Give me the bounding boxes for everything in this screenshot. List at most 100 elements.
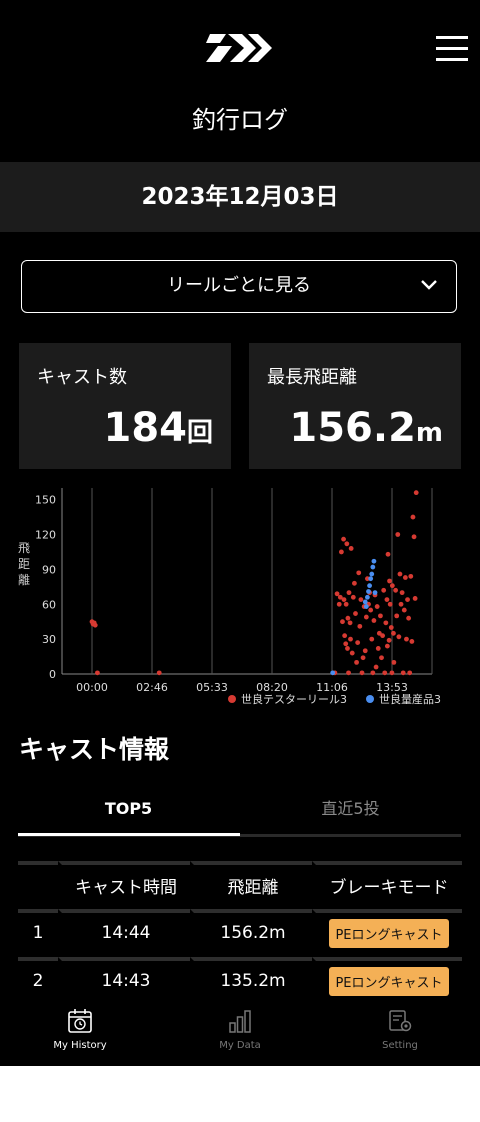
data-point bbox=[412, 596, 418, 601]
data-point bbox=[375, 646, 381, 651]
chevron-down-icon bbox=[421, 280, 437, 290]
data-point bbox=[360, 655, 366, 661]
reel-view-select[interactable]: リールごとに見る bbox=[21, 260, 457, 313]
nav-my-data[interactable]: My Data bbox=[160, 1008, 320, 1051]
row-distance: 156.2m bbox=[190, 909, 312, 953]
row-rank: 2 bbox=[18, 957, 58, 1001]
data-point bbox=[365, 594, 370, 600]
data-point bbox=[369, 636, 375, 642]
data-point bbox=[336, 601, 342, 607]
data-point bbox=[338, 549, 344, 555]
y-tick-label: 150 bbox=[35, 494, 56, 507]
data-point bbox=[342, 633, 348, 639]
max-distance-label: 最長飛距離 bbox=[267, 367, 357, 388]
brake-mode-badge: PEロングキャスト bbox=[329, 966, 449, 996]
row-rank: 1 bbox=[18, 909, 58, 953]
data-point bbox=[343, 641, 349, 647]
hamburger-menu-icon[interactable] bbox=[436, 34, 468, 64]
data-point bbox=[346, 590, 352, 596]
nav-my-history-label: My History bbox=[53, 1040, 107, 1051]
table-row: 2 14:43 135.2m PEロングキャスト bbox=[18, 957, 462, 1001]
nav-setting-label: Setting bbox=[382, 1040, 418, 1051]
data-point bbox=[350, 594, 356, 600]
data-point bbox=[348, 636, 353, 642]
table-header-row: キャスト時間 飛距離 ブレーキモード bbox=[18, 861, 462, 905]
data-point bbox=[362, 648, 368, 654]
data-point bbox=[384, 597, 390, 602]
data-point bbox=[354, 659, 359, 665]
max-distance-card: 最長飛距離 156.2m bbox=[249, 343, 461, 469]
row-distance: 135.2m bbox=[190, 957, 312, 1001]
calendar-history-icon bbox=[68, 1009, 92, 1033]
legend-label: 世良量産品3 bbox=[379, 692, 441, 706]
distance-scatter-chart: 00:00 02:46 05:33 08:20 11:06 13:530306090120… bbox=[18, 488, 441, 706]
row-mode-cell: PEロングキャスト bbox=[312, 909, 462, 953]
data-point bbox=[353, 611, 358, 616]
data-point bbox=[366, 589, 371, 594]
data-point bbox=[397, 571, 403, 577]
data-point bbox=[352, 580, 357, 586]
data-point bbox=[378, 613, 383, 619]
x-tick-label: 05:33 bbox=[196, 681, 228, 694]
data-point bbox=[371, 558, 377, 564]
cast-table: キャスト時間 飛距離 ブレーキモード 1 14:44 156.2m PEロングキ… bbox=[18, 857, 462, 1005]
data-point bbox=[400, 670, 406, 676]
table-row: 1 14:44 156.2m PEロングキャスト bbox=[18, 909, 462, 953]
data-point bbox=[95, 670, 100, 676]
tab-active-indicator bbox=[18, 833, 240, 836]
cast-count-card: キャスト数 184回 bbox=[19, 343, 231, 469]
data-point bbox=[387, 601, 393, 607]
data-point bbox=[367, 583, 372, 589]
data-point bbox=[358, 597, 364, 602]
row-mode-cell: PEロングキャスト bbox=[312, 957, 462, 1001]
data-point bbox=[389, 670, 395, 676]
data-point bbox=[368, 607, 374, 613]
data-point bbox=[394, 613, 400, 619]
data-point bbox=[401, 607, 407, 613]
reel-view-select-value: リールごとに見る bbox=[167, 275, 311, 296]
data-point bbox=[374, 604, 380, 609]
app-screen: 釣行ログ 2023年12月03日 リールごとに見る キャスト数 184回 最長飛… bbox=[0, 0, 480, 1066]
data-point bbox=[357, 623, 363, 629]
data-point bbox=[369, 571, 375, 577]
data-point bbox=[346, 670, 351, 676]
nav-my-data-label: My Data bbox=[219, 1040, 261, 1051]
row-time: 14:44 bbox=[58, 909, 190, 953]
nav-my-history[interactable]: My History bbox=[0, 1008, 160, 1051]
cast-count-value: 184回 bbox=[103, 405, 213, 451]
data-point bbox=[341, 536, 346, 542]
data-point bbox=[370, 564, 376, 570]
rank-column-header bbox=[18, 861, 58, 905]
data-point bbox=[385, 551, 391, 557]
data-point bbox=[388, 625, 394, 630]
y-tick-label: 90 bbox=[42, 563, 56, 576]
data-point bbox=[411, 534, 417, 540]
daiwa-logo bbox=[206, 34, 272, 62]
data-point bbox=[383, 620, 389, 626]
nav-setting[interactable]: Setting bbox=[320, 1008, 480, 1051]
data-point bbox=[399, 590, 405, 596]
y-axis-label-char: 距 bbox=[18, 557, 30, 571]
bar-chart-icon bbox=[229, 1010, 251, 1033]
data-point bbox=[359, 670, 365, 676]
data-point bbox=[396, 634, 402, 640]
data-point bbox=[389, 583, 395, 589]
data-point bbox=[382, 670, 388, 676]
data-point bbox=[408, 573, 414, 579]
y-axis-label-char: 飛 bbox=[18, 541, 30, 555]
data-point bbox=[345, 615, 351, 621]
brake-mode-badge: PEロングキャスト bbox=[329, 918, 449, 948]
data-point bbox=[356, 570, 362, 576]
tab-top5[interactable]: TOP5 bbox=[18, 792, 239, 836]
cast-info-title: キャスト情報 bbox=[19, 735, 170, 764]
tab-recent5[interactable]: 直近5投 bbox=[240, 792, 461, 836]
data-point bbox=[386, 637, 392, 643]
data-point bbox=[409, 639, 415, 644]
data-point bbox=[406, 615, 412, 621]
data-point bbox=[387, 578, 392, 584]
y-tick-label: 120 bbox=[35, 529, 56, 542]
page-title: 釣行ログ bbox=[192, 106, 288, 134]
x-tick-label: 02:46 bbox=[136, 681, 168, 694]
data-point bbox=[156, 670, 162, 676]
date-label: 2023年12月03日 bbox=[0, 162, 480, 232]
